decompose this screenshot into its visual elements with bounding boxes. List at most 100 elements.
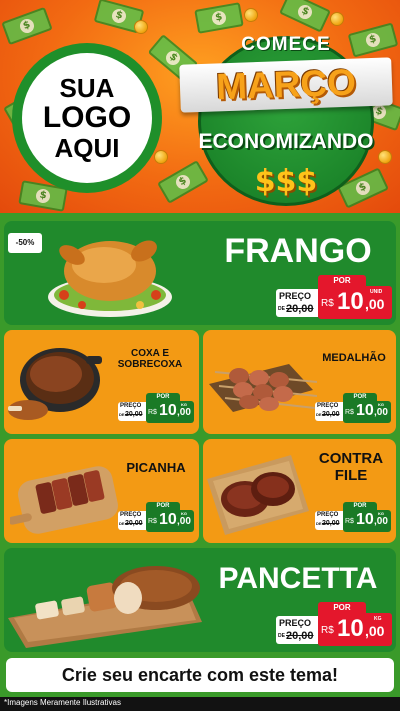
old-price-value: 20,00 [322, 520, 340, 527]
money-bill-icon [1, 6, 53, 46]
price-tag: POR PREÇO DE 20,00 R$ 10 ,00 KG [315, 502, 391, 532]
price-decimal: ,00 [177, 516, 191, 527]
price-tag: POR PREÇO DE 20,00 R$ 10 ,00 KG [118, 393, 194, 423]
old-price-de: DE [119, 412, 125, 417]
price-currency: R$ [148, 409, 157, 416]
discount-badge: -50% [8, 233, 42, 253]
price-decimal: ,00 [365, 296, 385, 312]
logo-line-2: LOGO [42, 100, 132, 134]
old-price-label: PREÇO [317, 403, 339, 409]
price-integer: 10 [159, 511, 177, 528]
old-price: PREÇO DE 20,00 [315, 511, 343, 530]
price-currency: R$ [321, 298, 334, 309]
old-price-value: 20,00 [322, 411, 340, 418]
old-price-label: PREÇO [120, 512, 142, 518]
price-integer: 10 [356, 402, 374, 419]
price-currency: R$ [345, 518, 354, 525]
medallion-skewers-image [209, 364, 317, 412]
current-price: R$ 10 ,00 KG [318, 613, 392, 646]
price-unit: KG [181, 511, 187, 516]
current-price: R$ 10 ,00 KG [343, 510, 391, 532]
price-tag: POR PREÇO DE 20,00 R$ 10 ,00 KG [276, 602, 392, 646]
old-price: PREÇO DE 20,00 [315, 402, 343, 421]
old-price-label: PREÇO [279, 291, 312, 301]
coin-icon [244, 8, 258, 22]
promo-month: MARÇO [215, 61, 357, 108]
price-unit: KG [378, 511, 384, 516]
old-price-value: 20,00 [286, 630, 314, 642]
old-price: PREÇO DE 20,00 [276, 289, 318, 317]
price-unit: UNID [370, 289, 383, 295]
old-price-de: DE [119, 521, 125, 526]
price-decimal: ,00 [365, 623, 385, 639]
old-price-de: DE [278, 306, 285, 312]
cta-text: Crie seu encarte com este tema! [61, 664, 339, 685]
current-price: R$ 10 ,00 KG [146, 401, 194, 423]
current-price: R$ 10 ,00 KG [343, 401, 391, 423]
old-price-value: 20,00 [125, 411, 143, 418]
product-card-picanha[interactable]: PICANHA POR PREÇO DE 20,00 R$ 10 ,00 KG [4, 439, 199, 543]
pancetta-board-image [8, 566, 202, 648]
old-price: PREÇO DE 20,00 [118, 402, 146, 421]
price-decimal: ,00 [177, 407, 191, 418]
disclaimer-bar: *Imagens Meramente Ilustrativas [0, 697, 400, 711]
promo-dollar-signs: $$$ [254, 164, 318, 199]
product-name: COXA E SOBRECOXA [117, 348, 183, 370]
price-decimal: ,00 [374, 407, 388, 418]
price-unit: KG [181, 402, 187, 407]
price-por-label: POR [343, 393, 377, 401]
coin-icon [134, 20, 148, 34]
price-por-label: POR [318, 602, 366, 613]
price-currency: R$ [148, 518, 157, 525]
cta-banner[interactable]: Crie seu encarte com este tema! [6, 658, 394, 692]
product-name: PICANHA [126, 460, 186, 475]
price-tag: POR PREÇO DE 20,00 R$ 10 ,00 UNID [276, 275, 392, 319]
old-price-de: DE [278, 633, 285, 639]
current-price: R$ 10 ,00 KG [146, 510, 194, 532]
logo-placeholder: SUA LOGO AQUI [12, 43, 162, 193]
old-price-value: 20,00 [286, 303, 314, 315]
product-name: FRANGO [224, 232, 372, 270]
product-card-pancetta[interactable]: PANCETTA POR PREÇO DE 20,00 R$ 10 ,00 KG [4, 548, 396, 652]
roast-chicken-image [48, 240, 172, 317]
product-card-contra-file[interactable]: CONTRA FILE POR PREÇO DE 20,00 R$ 10 ,00… [203, 439, 396, 543]
price-por-label: POR [146, 393, 180, 401]
price-currency: R$ [345, 409, 354, 416]
picanha-board-image [10, 466, 118, 534]
product-card-medalhao[interactable]: MEDALHÃO POR PREÇO DE 20,00 R$ 10 ,00 KG [203, 330, 396, 434]
old-price-value: 20,00 [125, 520, 143, 527]
price-integer: 10 [159, 402, 177, 419]
price-por-label: POR [146, 502, 180, 510]
promo-seal: COMECE MARÇO ECONOMIZANDO $$$ [179, 26, 393, 206]
product-name: CONTRA FILE [318, 450, 384, 484]
promo-bottom-text: ECONOMIZANDO [198, 130, 374, 153]
logo-line-1: SUA [59, 72, 115, 103]
product-name: MEDALHÃO [322, 352, 386, 364]
price-decimal: ,00 [374, 516, 388, 527]
current-price: R$ 10 ,00 UNID [318, 286, 392, 319]
price-currency: R$ [321, 625, 334, 636]
price-tag: POR PREÇO DE 20,00 R$ 10 ,00 KG [118, 502, 194, 532]
disclaimer-text: *Imagens Meramente Ilustrativas [4, 698, 121, 707]
old-price-label: PREÇO [317, 512, 339, 518]
header-banner: SUA LOGO AQUI COMECE MARÇO ECONOMIZANDO … [0, 0, 400, 213]
product-name: PANCETTA [218, 562, 378, 595]
promo-ribbon: MARÇO [179, 57, 393, 113]
product-card-coxa-sobrecoxa[interactable]: COXA E SOBRECOXA POR PREÇO DE 20,00 R$ 1… [4, 330, 199, 434]
old-price-label: PREÇO [120, 403, 142, 409]
contra-file-board-image [207, 455, 309, 535]
product-card-frango[interactable]: FRANGO POR PREÇO DE 20,00 R$ 10 ,00 UNID [4, 221, 396, 325]
coin-icon [154, 150, 168, 164]
price-integer: 10 [337, 615, 364, 642]
old-price: PREÇO DE 20,00 [276, 616, 318, 644]
price-por-label: POR [318, 275, 366, 286]
coin-icon [330, 12, 344, 26]
old-price-de: DE [316, 521, 322, 526]
price-por-label: POR [343, 502, 377, 510]
chicken-thigh-image [8, 348, 102, 420]
old-price-de: DE [316, 412, 322, 417]
price-integer: 10 [356, 511, 374, 528]
promo-top-text: COMECE [241, 34, 331, 55]
price-unit: KG [374, 616, 382, 622]
old-price: PREÇO DE 20,00 [118, 511, 146, 530]
